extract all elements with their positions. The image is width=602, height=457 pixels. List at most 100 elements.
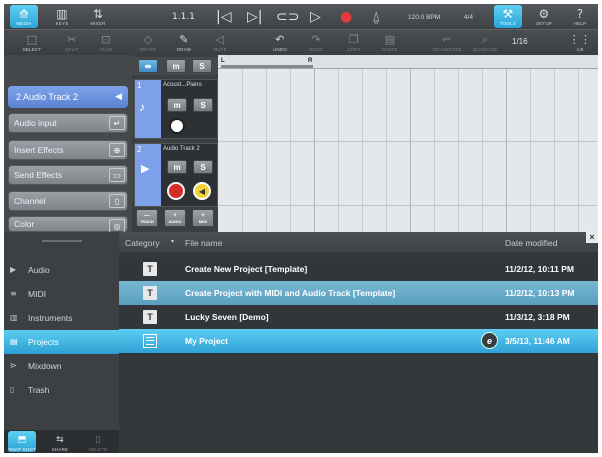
palette-icon: ◎ — [109, 219, 125, 233]
mixer-icon: ⇅ — [92, 7, 104, 21]
audio-input-button[interactable]: Audio input ↵ — [8, 113, 128, 133]
keys-button[interactable]: ▥ KEYS — [48, 5, 76, 28]
track-mute-button[interactable]: m — [167, 98, 187, 112]
share-icon: ⇆ — [56, 435, 64, 445]
media-label: MEDIA — [16, 21, 32, 26]
sort-arrow-icon[interactable]: ▾ — [171, 238, 174, 245]
track-header[interactable]: 2 ▶ Audio Track 2 m S ◀ — [134, 143, 218, 207]
mute-tool[interactable]: ◁ MUTE — [206, 31, 234, 55]
grid-line — [458, 69, 459, 232]
redo-label: REDO — [309, 47, 323, 52]
category-mixdown[interactable]: ⊳ Mixdown — [4, 354, 119, 378]
delete-button[interactable]: ▯ DELETE — [84, 431, 112, 452]
share-button[interactable]: ⇆ SHARE — [46, 431, 74, 452]
scissors-icon: ✂ — [67, 33, 77, 46]
record-arm-button[interactable] — [167, 182, 185, 200]
loop-icon[interactable]: ⊂⊃ — [276, 9, 299, 25]
insert-effects-button[interactable]: Insert Effects ⊕ — [8, 140, 128, 160]
mixer-button[interactable]: ⇅ MIXER — [84, 5, 112, 28]
copy-button[interactable]: ❐ COPY — [340, 31, 368, 55]
rewind-icon[interactable]: |◁ — [216, 9, 231, 25]
loop-range[interactable] — [221, 65, 313, 68]
signature-display[interactable]: 4/4 — [464, 14, 473, 21]
paste-button[interactable]: ▤ PASTE — [376, 31, 404, 55]
template-icon: T — [143, 310, 157, 324]
help-button[interactable]: ? HELP — [566, 5, 594, 28]
redo-button[interactable]: ↷ REDO — [302, 31, 330, 55]
track-separator — [218, 141, 598, 142]
snapshot-button[interactable]: ⬒ SNAP SHOT — [8, 431, 36, 452]
file-name-column-header[interactable]: File name — [185, 238, 222, 248]
collapse-arrow-icon[interactable]: ◀ — [115, 91, 122, 102]
category-projects[interactable]: ▤ Projects — [4, 330, 119, 354]
category-trash[interactable]: ▯ Trash — [4, 378, 119, 402]
setup-button[interactable]: ⚙ SETUP — [530, 5, 558, 28]
trash-icon: ▯ — [10, 385, 15, 394]
add-audio-button[interactable]: + AUDIO — [164, 209, 186, 227]
track-header[interactable]: 1 ♪ Acoust...Piano m S — [134, 79, 218, 139]
inspector-track-label: 2 Audio Track 2 — [16, 92, 79, 102]
media-button[interactable]: ⟰ MEDIA — [10, 5, 38, 28]
grid-button[interactable]: ⋮⋮ 1/8 — [566, 31, 594, 55]
split-tool[interactable]: ✂ SPLIT — [58, 31, 86, 55]
grid-line — [554, 69, 555, 232]
file-row[interactable]: My Project e 3/5/13, 11:46 AM — [119, 329, 598, 353]
global-mute-button[interactable]: m — [166, 59, 186, 73]
category-midi[interactable]: ≡ MIDI — [4, 282, 119, 306]
grid-line — [266, 69, 267, 232]
tools-button[interactable]: ⚒ TOOLS — [494, 5, 522, 28]
play-icon: ▶ — [10, 265, 17, 274]
quantize-value[interactable]: 1/16 — [512, 37, 528, 46]
track-mute-button[interactable]: m — [167, 160, 187, 174]
glue-tool[interactable]: ⊡ GLUE — [92, 31, 120, 55]
file-row[interactable]: T Lucky Seven [Demo] 11/3/12, 3:18 PM — [119, 305, 598, 329]
file-row[interactable]: T Create New Project [Template] 11/2/12,… — [119, 257, 598, 281]
pencil-icon: ✎ — [179, 33, 189, 46]
play-icon[interactable]: ▷ — [310, 9, 321, 25]
record-icon[interactable]: ● — [340, 9, 352, 25]
category-column-header[interactable]: Category — [125, 238, 160, 248]
timeline-ruler[interactable]: L R — [218, 55, 598, 69]
mixdown-icon: ⊳ — [10, 361, 17, 370]
color-button[interactable]: Color ◎ — [8, 216, 128, 233]
cloud-sync-icon[interactable]: e — [481, 332, 498, 349]
erase-tool[interactable]: ◇ ERASE — [134, 31, 162, 55]
setup-label: SETUP — [535, 21, 552, 26]
transpose-button[interactable]: ⌐ TRANSPOSE — [428, 31, 466, 55]
left-locator[interactable]: L — [221, 58, 225, 64]
send-effects-button[interactable]: Send Effects ▭ — [8, 165, 128, 185]
select-tool[interactable]: ⬚ SELECT — [18, 31, 46, 55]
category-instruments[interactable]: ▥ Instruments — [4, 306, 119, 330]
close-icon[interactable]: × — [586, 231, 598, 243]
undo-button[interactable]: ↶ UNDO — [266, 31, 294, 55]
zoom-fit-icon[interactable]: ⇹ — [138, 59, 158, 73]
drag-handle[interactable] — [42, 240, 82, 242]
add-midi-button[interactable]: + MIDI — [192, 209, 214, 227]
category-audio[interactable]: ▶ Audio — [4, 258, 119, 282]
help-label: HELP — [573, 21, 587, 26]
metronome-icon[interactable]: ⍙ — [372, 9, 380, 25]
app-window: ⟰ MEDIA ▥ KEYS ⇅ MIXER 1.1.1 |◁ ▷| ⊂⊃ ▷ … — [4, 4, 598, 453]
date-column-header[interactable]: Date modified — [505, 238, 557, 248]
inspector-track-name[interactable]: 2 Audio Track 2 ◀ — [8, 86, 128, 108]
arrangement-area[interactable]: L R — [218, 55, 598, 232]
speaker-icon[interactable]: ◀ — [193, 182, 211, 200]
grid-line — [290, 69, 291, 232]
grid-line — [506, 69, 507, 232]
copy-icon: ❐ — [348, 33, 360, 46]
right-locator[interactable]: R — [308, 58, 312, 64]
split-label: SPLIT — [65, 47, 79, 52]
quantize-button[interactable]: ⌕ QUANTIZE — [468, 31, 502, 55]
track-solo-button[interactable]: S — [193, 98, 213, 112]
tempo-display[interactable]: 120.0 BPM — [408, 14, 440, 21]
browser-bottom-bar: ⬒ SNAP SHOT ⇆ SHARE ▯ DELETE — [4, 430, 119, 453]
channel-button[interactable]: Channel ▯ — [8, 191, 128, 211]
forward-icon[interactable]: ▷| — [247, 9, 262, 25]
add-track-button[interactable]: — TRACK — [136, 209, 158, 227]
global-solo-button[interactable]: S — [192, 59, 212, 73]
file-row[interactable]: T Create Project with MIDI and Audio Tra… — [119, 281, 598, 305]
category-label: Instruments — [28, 313, 73, 323]
track-solo-button[interactable]: S — [193, 160, 213, 174]
draw-tool[interactable]: ✎ DRAW — [170, 31, 198, 55]
monitor-button[interactable] — [169, 118, 185, 134]
